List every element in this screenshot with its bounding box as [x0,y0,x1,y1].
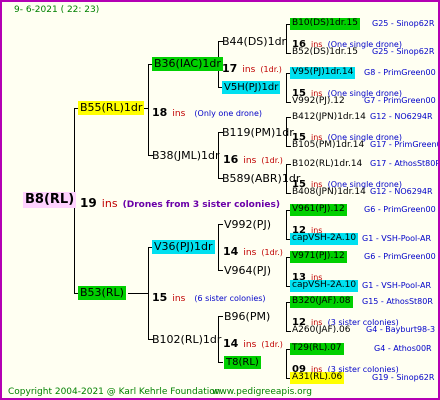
ancestor-code: G1 - VSH-Pool-AR [362,281,432,290]
gen3-queen[interactable]: T8(RL) [224,356,261,369]
gen2-ins-count: 14 [223,337,239,350]
ancestor-queen[interactable]: T29(RL).07 [290,343,344,355]
ancestor-code: G6 - PrimGreen00 [364,252,436,261]
gen3-queen[interactable]: B119(PM)1dr [222,127,294,138]
gen3-queen[interactable]: V5H(PJ)1dr [222,81,281,94]
ancestor-code: G4 - Bayburt98-3 [366,325,436,334]
ancestor-code: G25 - Sinop62R [372,19,435,28]
root-ins-group: 19 ins (Drones from 3 sister colonies) [80,194,280,210]
gen2-queen[interactable]: B36(IAC)1dr [152,57,223,72]
connector [286,331,291,332]
connector [218,316,223,317]
root-ins-label: ins [101,197,118,210]
ancestor-code: G4 - Athos00R [374,344,432,353]
gen2-desc: (1dr.) [261,156,283,165]
gen3-queen[interactable]: B44(DS)1dr [222,36,286,47]
ancestor-queen[interactable]: V992(PJ).12 [292,97,345,106]
footer-copyright: Copyright 2004-2021 @ Karl Kehrle Founda… [8,387,221,397]
connector [286,164,291,165]
ancestor-queen[interactable]: B102(RL)1dr.14 [292,160,362,169]
gen2-ins-label: ins [243,340,257,350]
connector [286,24,287,53]
ancestor-queen[interactable]: B10(DS)1dr.15 [290,18,360,30]
gen1-ins-group: 15 ins (6 sister colonies) [152,288,266,304]
pedigree-frame: 9- 6-2021 ( 22: 23) B8(RL) 19 ins (Drone… [0,0,440,400]
connector [286,193,291,194]
gen2-queen[interactable]: V36(PJ)1dr [152,240,215,255]
gen1-ins-count: 18 [152,106,168,119]
ancestor-queen[interactable]: B52(DS)1dr.15 [292,48,358,57]
root-desc: (Drones from 3 sister colonies) [122,200,280,210]
connector [286,102,291,103]
ancestor-queen[interactable]: capVSH-2A.10 [290,280,359,292]
gen1-desc: (Only one drone) [194,109,263,118]
root-ins-count: 19 [80,196,97,210]
connector [286,302,287,331]
connector [218,224,223,225]
connector [286,210,287,239]
connector [218,362,223,363]
gen2-desc: (1dr.) [261,248,283,257]
gen2-desc: (1dr.) [261,340,283,349]
ancestor-code: G12 - NO6294R [370,187,433,196]
gen2-ins-label: ins [243,156,257,166]
connector [218,270,223,271]
footer-url[interactable]: www.pedigreeapis.org [212,388,312,397]
ancestor-queen[interactable]: B412(JPN)1dr.14 [292,113,366,122]
connector [218,224,219,270]
ancestor-queen[interactable]: B408(JPN)1dr.14 [292,188,366,197]
gen2-ins-label: ins [242,65,256,75]
gen2-ins-group: 14 ins (1dr.) [223,242,283,258]
ancestor-code: G19 - Sinop62R [372,373,435,382]
connector [286,146,291,147]
gen2-ins-group: 16 ins (1dr.) [223,150,283,166]
ancestor-code: G12 - NO6294R [370,112,433,121]
ancestor-queen[interactable]: A260(JAF).06 [292,326,351,335]
connector [286,257,287,286]
gen1-ins-count: 15 [152,291,168,304]
gen1-ins-label: ins [172,109,186,119]
ancestor-code: G25 - Sinop62R [372,47,435,56]
ancestor-code: G6 - PrimGreen00 [364,205,436,214]
ancestor-code: G8 - PrimGreen00 [364,68,436,77]
ancestor-code: G7 - PrimGreen00 [364,96,436,105]
gen2-ins-count: 17 [222,62,238,75]
gen2-ins-count: 14 [223,245,239,258]
gen1-desc: (6 sister colonies) [194,294,266,303]
ancestor-queen[interactable]: B320(JAF).08 [290,296,353,308]
gen2-ins-label: ins [243,248,257,258]
gen2-ins-group: 14 ins (1dr.) [223,334,283,350]
connector [286,53,291,54]
gen2-desc: (1dr.) [260,65,282,74]
gen3-queen[interactable]: B589(ABR)1dr [222,173,300,184]
ancestor-queen[interactable]: V971(PJ).12 [290,251,347,263]
gen2-ins-count: 16 [223,153,239,166]
root-queen[interactable]: B8(RL) [23,192,77,209]
gen1-queen-dam[interactable]: B53(RL) [78,286,126,301]
gen3-queen[interactable]: V964(PJ) [224,265,271,276]
ancestor-code: G1 - VSH-Pool-AR [362,234,432,243]
gen1-ins-label: ins [172,294,186,304]
gen2-ins-group: 17 ins (1dr.) [222,59,282,75]
ancestor-queen[interactable]: B105(PM)1dr.14 [292,141,364,150]
connector [128,293,149,294]
gen1-queen-sire[interactable]: B55(RL)1dr [78,101,145,116]
gen2-queen[interactable]: B102(RL)1dr [152,334,221,345]
ancestor-code: G17 - AthosSt80R [370,159,440,168]
gen3-queen[interactable]: B96(PM) [224,311,270,322]
header-date: 9- 6-2021 ( 22: 23) [14,5,100,15]
ancestor-code: G17 - PrimGreen00 [370,140,440,149]
connector [148,64,149,155]
gen1-ins-group: 18 ins (Only one drone) [152,103,262,119]
ancestor-queen[interactable]: V961(PJ).12 [290,204,347,216]
ancestor-queen[interactable]: V95(PJ)1dr.14 [290,67,356,79]
ancestor-queen[interactable]: capVSH-2A.10 [290,233,359,245]
gen2-queen[interactable]: B38(JML)1dr [152,150,220,161]
connector [286,117,291,118]
gen3-queen[interactable]: V992(PJ) [224,219,271,230]
ancestor-code: G15 - AthosSt80R [362,297,433,306]
connector [286,349,287,378]
ancestor-queen[interactable]: A31(RL).06 [290,372,345,384]
connector [286,73,287,102]
